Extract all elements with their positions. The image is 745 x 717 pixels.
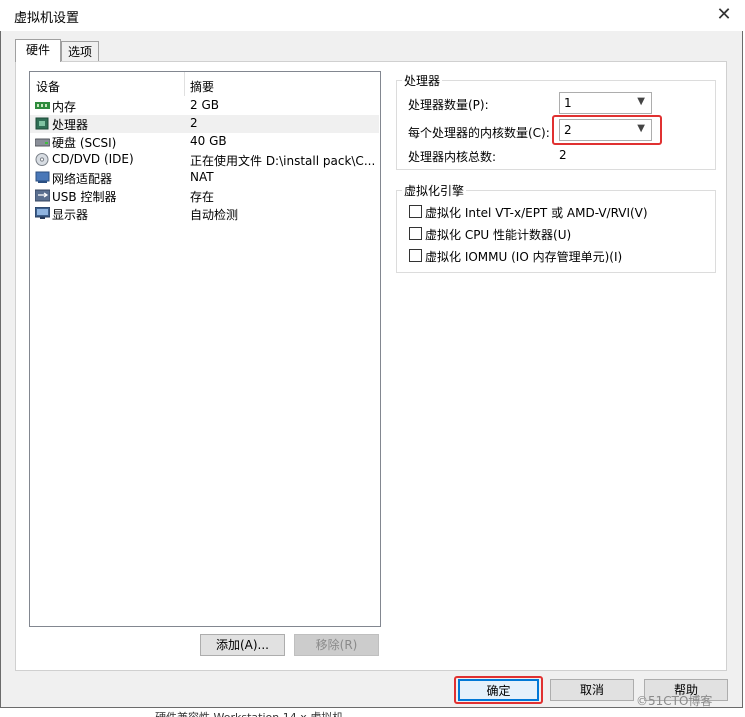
vtx-checkbox-label: 虚拟化 Intel VT-x/EPT 或 AMD-V/RVI(V) <box>425 206 648 220</box>
ok-button[interactable]: 确定 <box>458 679 539 701</box>
device-summary: 正在使用文件 D:\install pack\C... <box>190 154 376 168</box>
device-row-usb[interactable]: USB 控制器 存在 <box>30 187 379 205</box>
total-cores-value: 2 <box>559 148 567 162</box>
tab-options[interactable]: 选项 <box>61 41 99 61</box>
processor-count-value: 1 <box>564 96 572 110</box>
device-name: 内存 <box>52 100 77 114</box>
network-adapter-icon <box>35 171 50 184</box>
device-summary: 2 GB <box>190 98 219 112</box>
device-name: 硬盘 (SCSI) <box>52 136 117 150</box>
iommu-checkbox-label: 虚拟化 IOMMU (IO 内存管理单元)(I) <box>425 250 623 264</box>
harddisk-icon <box>34 135 51 148</box>
processor-count-label: 处理器数量(P): <box>408 98 489 112</box>
processor-group-legend: 处理器 <box>402 72 443 89</box>
cores-per-processor-value: 2 <box>564 123 572 137</box>
device-row-memory[interactable]: 内存 2 GB <box>30 97 379 115</box>
virtualize-cpu-counters-option[interactable]: 虚拟化 CPU 性能计数器(U) <box>408 226 708 242</box>
device-summary: NAT <box>190 170 214 184</box>
chevron-down-icon: ▼ <box>637 123 645 134</box>
summary-column-header[interactable]: 摘要 <box>190 78 214 95</box>
window-title: 虚拟机设置 <box>14 11 80 26</box>
cpu-counters-checkbox-label: 虚拟化 CPU 性能计数器(U) <box>425 228 572 242</box>
remove-device-button[interactable]: 移除(R) <box>294 634 379 656</box>
device-row-display[interactable]: 显示器 自动检测 <box>30 205 379 223</box>
cores-per-processor-label: 每个处理器的内核数量(C): <box>408 126 550 140</box>
virtualize-iommu-option[interactable]: 虚拟化 IOMMU (IO 内存管理单元)(I) <box>408 248 708 264</box>
watermark-text: ©51CTO博客 <box>636 694 713 708</box>
device-name: USB 控制器 <box>52 190 117 204</box>
device-name: 处理器 <box>52 118 89 132</box>
close-icon[interactable]: ✕ <box>712 4 736 26</box>
add-device-button[interactable]: 添加(A)... <box>200 634 285 656</box>
total-cores-label: 处理器内核总数: <box>408 150 497 164</box>
device-summary: 存在 <box>190 190 215 204</box>
device-summary: 40 GB <box>190 134 227 148</box>
cpu-counters-checkbox[interactable] <box>409 227 422 240</box>
column-divider <box>184 72 185 96</box>
cores-per-processor-select[interactable]: 2 ▼ <box>559 119 652 141</box>
virtualize-vtx-option[interactable]: 虚拟化 Intel VT-x/EPT 或 AMD-V/RVI(V) <box>408 204 708 220</box>
vtx-checkbox[interactable] <box>409 205 422 218</box>
processor-count-select[interactable]: 1 ▼ <box>559 92 652 114</box>
device-row-network[interactable]: 网络适配器 NAT <box>30 169 379 187</box>
cd-dvd-icon <box>35 153 50 166</box>
background-bottom-text: 硬件兼容性 Workstation 14.x 虚拟机 <box>155 709 343 717</box>
device-name: CD/DVD (IDE) <box>52 152 134 166</box>
cancel-button[interactable]: 取消 <box>550 679 634 701</box>
display-icon <box>34 206 51 220</box>
device-summary: 自动检测 <box>190 208 239 222</box>
title-bar <box>0 0 743 31</box>
device-row-harddisk[interactable]: 硬盘 (SCSI) 40 GB <box>30 133 379 151</box>
processor-icon <box>35 117 50 130</box>
virtualization-group-legend: 虚拟化引擎 <box>402 182 467 199</box>
device-row-cd-dvd[interactable]: CD/DVD (IDE) 正在使用文件 D:\install pack\C... <box>30 151 379 169</box>
device-name: 显示器 <box>52 208 89 222</box>
device-name: 网络适配器 <box>52 172 113 186</box>
device-summary: 2 <box>190 116 198 130</box>
usb-icon <box>34 189 51 202</box>
iommu-checkbox[interactable] <box>409 249 422 262</box>
memory-icon <box>35 99 50 112</box>
tab-hardware[interactable]: 硬件 <box>15 39 61 62</box>
device-row-processor[interactable]: 处理器 2 <box>30 115 379 133</box>
device-column-header[interactable]: 设备 <box>36 78 60 95</box>
chevron-down-icon: ▼ <box>637 96 645 107</box>
